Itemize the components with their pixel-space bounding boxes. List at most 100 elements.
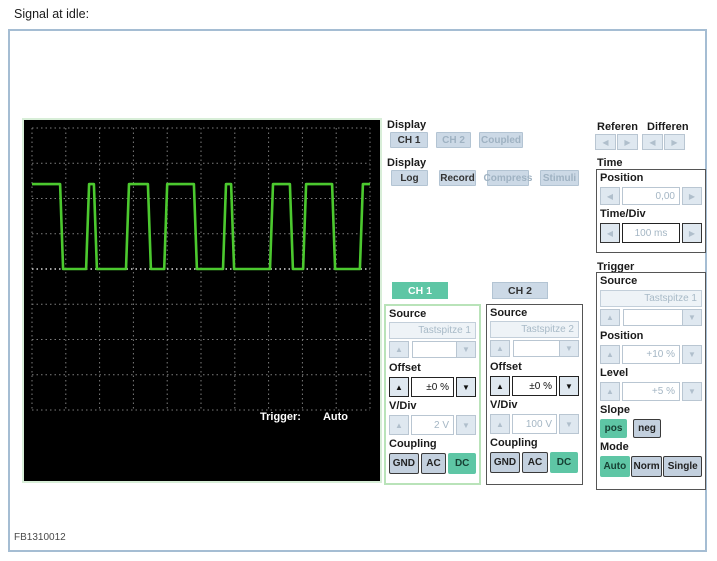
- ch2-ac-button[interactable]: AC: [522, 452, 548, 473]
- ch2-vdiv-down-button[interactable]: ▼: [559, 414, 579, 434]
- ch2-tab-button[interactable]: CH 2: [492, 282, 548, 299]
- record-button[interactable]: Record: [439, 170, 476, 186]
- ch1-vdiv-down-button[interactable]: ▼: [456, 415, 476, 435]
- arrow-down-icon: ▼: [462, 345, 470, 354]
- trigger-position-down-button[interactable]: ▼: [682, 345, 702, 364]
- time-panel: Position ◀ 0,00 ▶ Time/Div ◀ 100 ms ▶: [596, 169, 706, 253]
- display-ch1-button[interactable]: CH 1: [390, 132, 428, 148]
- time-div-decrement-button[interactable]: ◀: [600, 223, 620, 243]
- ch1-gnd-button[interactable]: GND: [389, 453, 419, 474]
- mode-single-button[interactable]: Single: [663, 456, 702, 477]
- arrow-down-icon: ▼: [565, 344, 573, 353]
- trigger-status: Trigger: Auto: [260, 411, 348, 423]
- stimuli-button[interactable]: Stimuli: [540, 170, 579, 186]
- ch1-offset-up-button[interactable]: ▲: [389, 377, 409, 397]
- measurement-frame: Trigger: Auto Display CH 1 CH 2 Coupled …: [8, 29, 707, 552]
- arrow-left-icon: ◀: [602, 137, 609, 147]
- ch2-source-dropdown: ▲ ▼: [490, 340, 579, 357]
- display-channels-group: CH 1 CH 2 Coupled: [390, 132, 523, 148]
- ch1-source-label: Source: [389, 308, 427, 320]
- time-div-row: ◀ 100 ms ▶: [600, 223, 702, 243]
- compress-button[interactable]: Compress: [484, 170, 532, 186]
- ch2-source-up-button[interactable]: ▲: [490, 340, 510, 357]
- ch2-coupling-label: Coupling: [490, 437, 538, 449]
- mode-norm-button[interactable]: Norm: [630, 456, 663, 477]
- arrow-up-icon: ▲: [496, 344, 504, 353]
- ch2-vdiv-value: 100 V: [512, 414, 557, 434]
- arrow-right-icon: ▶: [624, 137, 631, 147]
- ch2-vdiv-row: ▲ 100 V ▼: [490, 414, 579, 434]
- ch1-offset-down-button[interactable]: ▼: [456, 377, 476, 397]
- trigger-level-up-button[interactable]: ▲: [600, 382, 620, 401]
- difference-prev-button[interactable]: ◀: [642, 134, 663, 150]
- ch2-offset-down-button[interactable]: ▼: [559, 376, 579, 396]
- ch1-source-field[interactable]: Tastspitze 1: [389, 322, 476, 339]
- ch2-source-select[interactable]: ▼: [513, 340, 579, 357]
- ch1-ac-button[interactable]: AC: [420, 453, 447, 474]
- ch2-source-label: Source: [490, 307, 528, 319]
- time-div-increment-button[interactable]: ▶: [682, 223, 702, 243]
- ch2-gnd-button[interactable]: GND: [490, 452, 520, 473]
- time-position-decrement-button[interactable]: ◀: [600, 187, 620, 205]
- log-button[interactable]: Log: [391, 170, 428, 186]
- display-channels-label: Display: [387, 119, 427, 131]
- ch1-coupling-row: GND AC DC: [389, 453, 476, 474]
- ch1-source-up-button[interactable]: ▲: [389, 341, 409, 358]
- display-ch2-button[interactable]: CH 2: [436, 132, 471, 148]
- time-div-label: Time/Div: [600, 208, 646, 220]
- trigger-mode-row: Auto Norm Single: [600, 456, 702, 477]
- trigger-source-field[interactable]: Tastspitze 1: [600, 290, 702, 307]
- difference-next-button[interactable]: ▶: [664, 134, 685, 150]
- trigger-position-row: ▲ +10 % ▼: [600, 345, 702, 364]
- arrow-down-icon: ▼: [688, 350, 696, 359]
- ch1-vdiv-up-button[interactable]: ▲: [389, 415, 409, 435]
- trigger-slope-label: Slope: [600, 404, 630, 416]
- difference-label: Differen: [647, 121, 689, 133]
- trigger-source-up-button[interactable]: ▲: [600, 309, 620, 326]
- ch2-coupling-row: GND AC DC: [490, 452, 579, 473]
- ch2-offset-up-button[interactable]: ▲: [490, 376, 510, 396]
- arrow-right-icon: ▶: [671, 137, 678, 147]
- reference-prev-button[interactable]: ◀: [595, 134, 616, 150]
- arrow-down-icon: ▼: [565, 419, 573, 429]
- ch2-vdiv-label: V/Div: [490, 399, 518, 411]
- display-modes-label: Display: [387, 157, 427, 169]
- arrow-down-icon: ▼: [688, 313, 696, 322]
- ch2-offset-label: Offset: [490, 361, 522, 373]
- ch2-dc-button[interactable]: DC: [550, 452, 578, 473]
- trigger-position-up-button[interactable]: ▲: [600, 345, 620, 364]
- ch2-offset-row: ▲ ±0 % ▼: [490, 376, 579, 396]
- slope-neg-button[interactable]: neg: [633, 419, 661, 438]
- ch1-panel: Source Tastspitze 1 ▲ ▼ Offset ▲ ±0 % ▼ …: [384, 304, 481, 485]
- ch2-offset-value: ±0 %: [512, 376, 557, 396]
- ch1-source-select[interactable]: ▼: [412, 341, 476, 358]
- display-coupled-button[interactable]: Coupled: [479, 132, 523, 148]
- dropdown-arrow[interactable]: ▼: [682, 310, 701, 325]
- scope-canvas: [31, 127, 371, 411]
- ch1-tab-button[interactable]: CH 1: [392, 282, 448, 299]
- dropdown-arrow[interactable]: ▼: [559, 341, 578, 356]
- trigger-level-down-button[interactable]: ▼: [682, 382, 702, 401]
- reference-next-button[interactable]: ▶: [617, 134, 638, 150]
- oscilloscope-display: Trigger: Auto: [22, 118, 382, 483]
- time-position-label: Position: [600, 172, 644, 184]
- dropdown-arrow[interactable]: ▼: [456, 342, 475, 357]
- trigger-position-label: Position: [600, 330, 644, 342]
- time-position-increment-button[interactable]: ▶: [682, 187, 702, 205]
- ch1-vdiv-label: V/Div: [389, 400, 417, 412]
- trigger-slope-row: pos neg: [600, 419, 702, 438]
- ch1-dc-button[interactable]: DC: [448, 453, 476, 474]
- ch1-vdiv-row: ▲ 2 V ▼: [389, 415, 476, 435]
- arrow-up-icon: ▲: [496, 419, 504, 429]
- ch2-vdiv-up-button[interactable]: ▲: [490, 414, 510, 434]
- arrow-down-icon: ▼: [565, 381, 573, 391]
- trigger-level-value: +5 %: [622, 382, 680, 401]
- slope-pos-button[interactable]: pos: [600, 419, 627, 438]
- arrow-left-icon: ◀: [606, 191, 614, 201]
- trigger-source-select[interactable]: ▼: [623, 309, 702, 326]
- arrow-up-icon: ▲: [496, 381, 504, 391]
- mode-auto-button[interactable]: Auto: [600, 456, 630, 477]
- display-modes-group: Log Record Compress Stimuli: [391, 170, 579, 186]
- ch2-source-field[interactable]: Tastspitze 2: [490, 321, 579, 338]
- ch1-offset-value: ±0 %: [411, 377, 454, 397]
